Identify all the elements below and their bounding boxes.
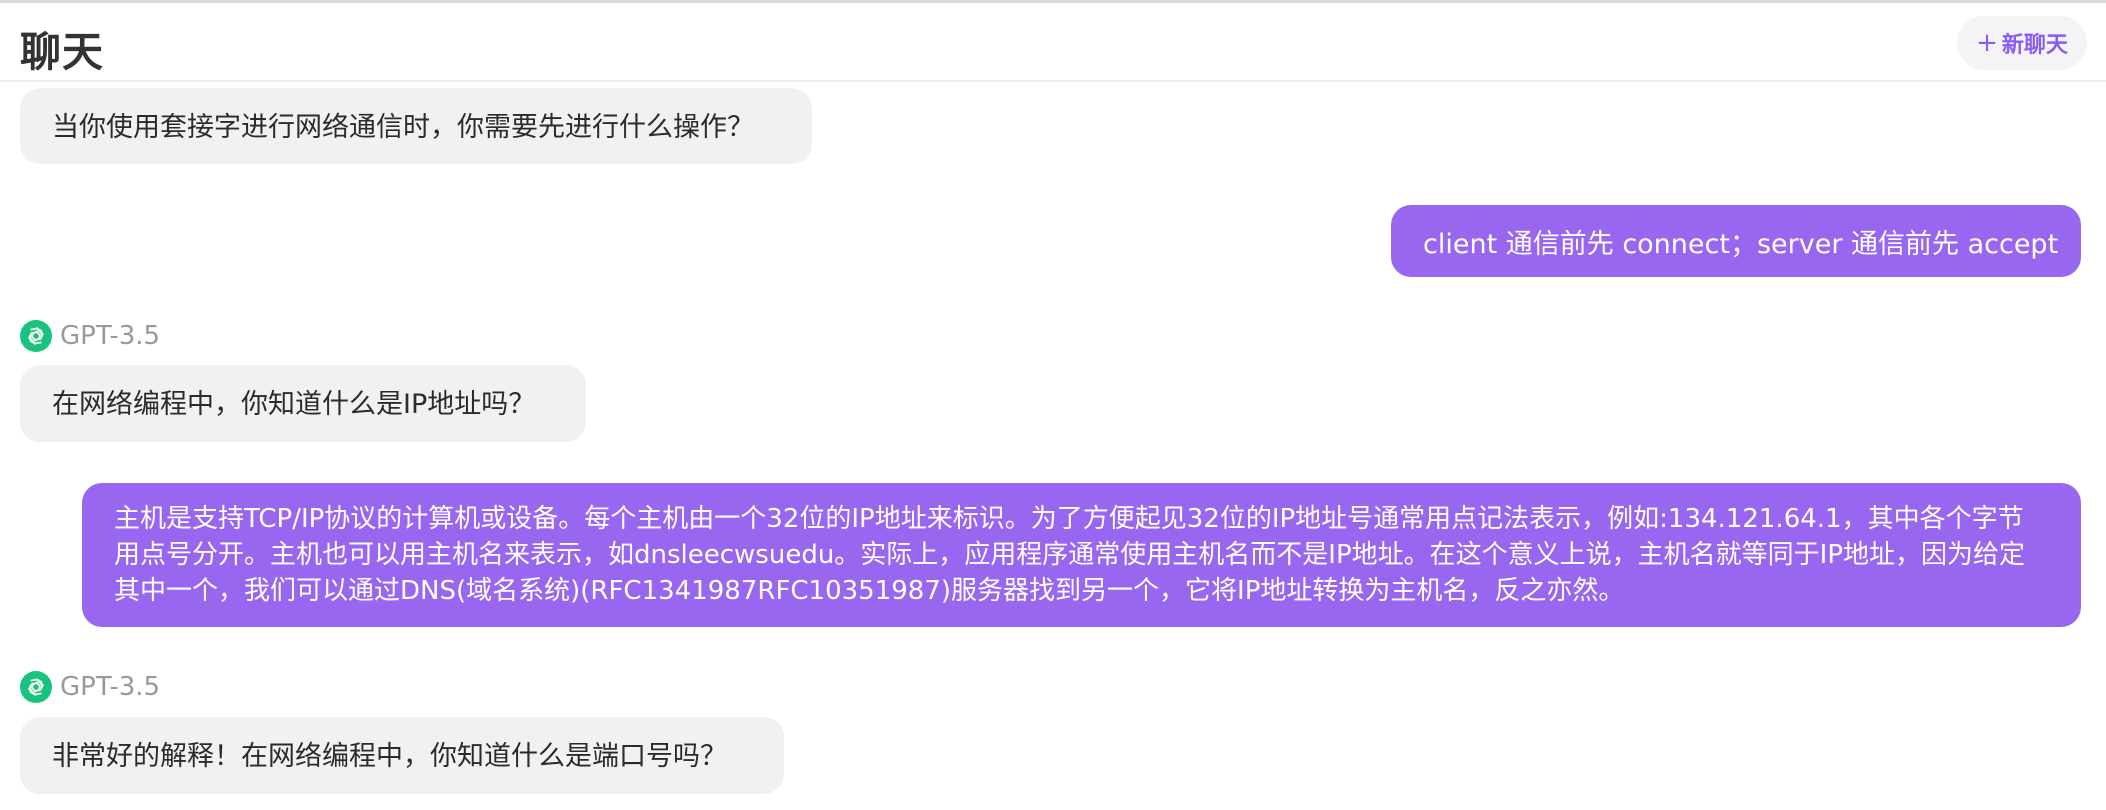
page-title: 聊天 — [20, 28, 104, 76]
new-chat-label: 新聊天 — [2001, 33, 2068, 58]
user-message: 主机是支持TCP/IP协议的计算机或设备。每个主机由一个32位的IP地址来标识。… — [82, 483, 2081, 627]
openai-icon — [20, 320, 52, 352]
message-text: 非常好的解释！在网络编程中，你知道什么是端口号吗？ — [52, 741, 727, 772]
message-text: 在网络编程中，你知道什么是IP地址吗？ — [52, 389, 536, 420]
user-message: client 通信前先 connect；server 通信前先 accept — [1391, 205, 2081, 277]
plus-icon: + — [1976, 28, 1998, 58]
model-name: GPT-3.5 — [60, 672, 161, 702]
new-chat-button[interactable]: + 新聊天 — [1957, 16, 2087, 70]
message-text: 主机是支持TCP/IP协议的计算机或设备。每个主机由一个32位的IP地址来标识。… — [114, 504, 2026, 606]
model-name: GPT-3.5 — [60, 321, 161, 351]
model-tag: GPT-3.5 — [20, 670, 160, 704]
bot-message: 当你使用套接字进行网络通信时，你需要先进行什么操作？ — [20, 88, 812, 164]
model-tag: GPT-3.5 — [20, 319, 160, 353]
message-text: 当你使用套接字进行网络通信时，你需要先进行什么操作？ — [52, 112, 754, 143]
message-text: client 通信前先 connect；server 通信前先 accept — [1423, 229, 2059, 260]
bot-message: 在网络编程中，你知道什么是IP地址吗？ — [20, 365, 586, 442]
bot-message: 非常好的解释！在网络编程中，你知道什么是端口号吗？ — [20, 717, 784, 794]
openai-icon — [20, 671, 52, 703]
chat-header: 聊天 + 新聊天 — [0, 3, 2106, 82]
